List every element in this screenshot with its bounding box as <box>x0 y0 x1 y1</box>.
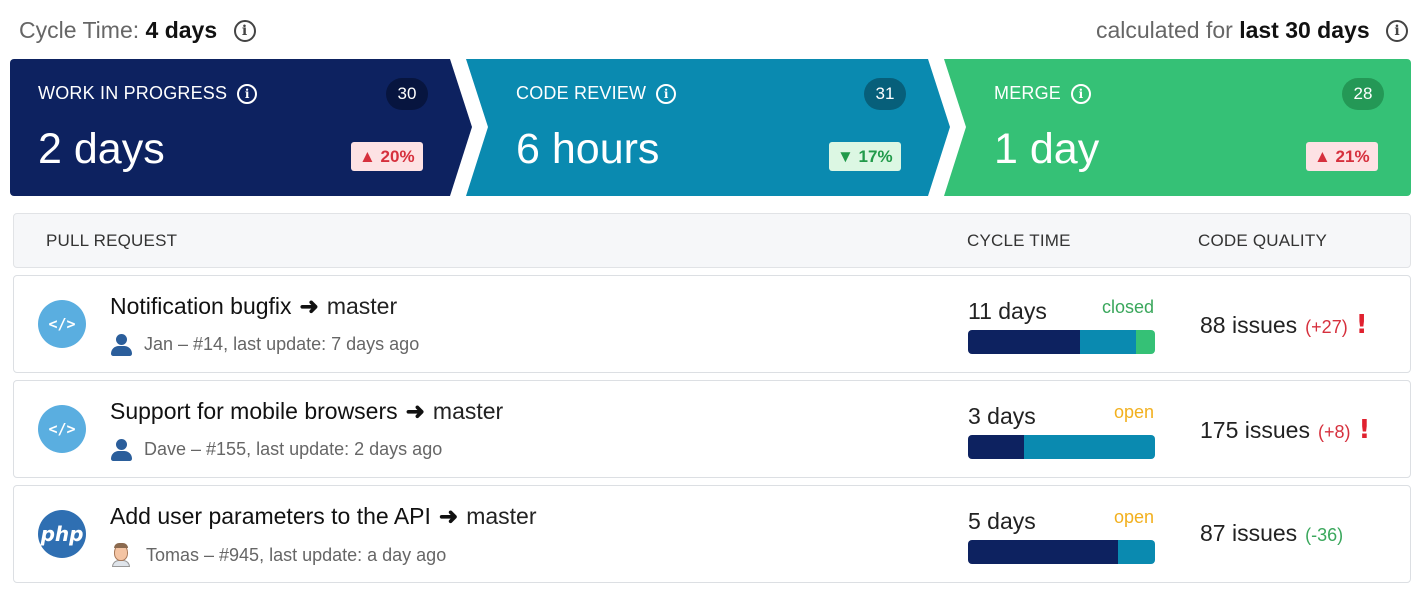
info-icon[interactable]: i <box>233 20 256 43</box>
stage-label-text: WORK IN PROGRESS <box>38 83 228 103</box>
pr-meta: Tomas – #945, last update: a day ago <box>110 543 446 567</box>
info-icon[interactable]: i <box>237 83 258 104</box>
stage-value: 2 days <box>38 125 165 173</box>
warning-icon: ! <box>1358 415 1371 445</box>
target-branch: master <box>432 398 504 424</box>
issues-delta: (-36) <box>1305 525 1344 545</box>
stage-value: 1 day <box>994 125 1100 173</box>
info-icon[interactable]: i <box>1071 83 1092 104</box>
calculated-period: calculated for last 30 days i <box>1096 17 1408 44</box>
stage-count-badge: 30 <box>386 78 428 110</box>
warning-icon: ! <box>1355 310 1368 340</box>
top-bar: Cycle Time: 4 days i calculated for last… <box>19 12 1408 48</box>
table-row[interactable]: php Add user parameters to the API ➜ maste… <box>13 485 1411 583</box>
table-row[interactable]: </> Support for mobile browsers ➜ master D… <box>13 380 1411 478</box>
cycle-time-value: 3 days <box>968 403 1036 429</box>
user-icon <box>110 438 132 461</box>
stage-delta-badge: ▲ 21% <box>1306 142 1378 171</box>
avatar-photo <box>110 543 132 567</box>
status-label: closed <box>1101 297 1154 317</box>
stage-value: 6 hours <box>516 125 660 173</box>
pr-title[interactable]: Notification bugfix ➜ master <box>110 293 397 320</box>
stage-label-text: CODE REVIEW <box>516 83 647 103</box>
issues-count[interactable]: 88 issues <box>1200 312 1297 339</box>
issues-count[interactable]: 87 issues <box>1200 520 1297 547</box>
code-quality: 88 issues (+27) ! <box>1200 310 1368 340</box>
stage-delta-badge: ▲ 20% <box>351 142 423 171</box>
issues-delta: (+8) <box>1317 422 1351 442</box>
php-icon: php <box>38 510 86 558</box>
pr-meta: Jan – #14, last update: 7 days ago <box>110 333 420 356</box>
stage-count-badge: 31 <box>864 78 906 110</box>
stage-code-review[interactable]: CODE REVIEW i 31 6 hours ▼ 17% <box>466 59 950 196</box>
stage-delta-badge: ▼ 17% <box>829 142 901 171</box>
stage-pipeline: WORK IN PROGRESS i 30 2 days ▲ 20% CODE … <box>10 59 1411 196</box>
stage-label-text: MERGE <box>994 83 1062 103</box>
bar-segment-wip <box>968 435 1025 459</box>
pr-meta-text: Tomas – #945, last update: a day ago <box>146 544 447 565</box>
pr-title[interactable]: Support for mobile browsers ➜ master <box>110 398 503 425</box>
target-branch: master <box>326 293 398 319</box>
pr-meta: Dave – #155, last update: 2 days ago <box>110 438 443 461</box>
pr-meta-text: Jan – #14, last update: 7 days ago <box>144 333 420 354</box>
cycle-time-value: 4 days <box>145 16 218 43</box>
bar-segment-review <box>1024 435 1155 459</box>
target-branch: master <box>466 503 537 529</box>
pr-meta-text: Dave – #155, last update: 2 days ago <box>144 438 443 459</box>
code-quality: 87 issues (-36) <box>1200 520 1351 547</box>
calculated-period-value[interactable]: last 30 days <box>1239 17 1369 43</box>
code-quality: 175 issues (+8) ! <box>1200 415 1370 445</box>
info-icon[interactable]: i <box>656 83 677 104</box>
cycle-time-summary: Cycle Time: 4 days i <box>19 17 256 44</box>
code-icon: </> <box>38 300 86 348</box>
cycle-time-bar <box>968 435 1155 459</box>
bar-segment-wip <box>968 540 1118 564</box>
stage-work-in-progress[interactable]: WORK IN PROGRESS i 30 2 days ▲ 20% <box>10 59 472 196</box>
table-header: PULL REQUEST CYCLE TIME CODE QUALITY <box>13 213 1411 268</box>
stage-label: MERGE i <box>994 83 1092 104</box>
header-cycle-time[interactable]: CYCLE TIME <box>967 231 1071 251</box>
calculated-prefix: calculated for <box>1095 16 1233 43</box>
pr-title-text[interactable]: Add user parameters to the API <box>110 503 431 529</box>
table-row[interactable]: </> Notification bugfix ➜ master Jan – #14… <box>13 275 1411 373</box>
issues-count[interactable]: 175 issues <box>1200 417 1310 444</box>
header-code-quality[interactable]: CODE QUALITY <box>1198 231 1327 251</box>
pr-title-text[interactable]: Notification bugfix <box>110 293 292 319</box>
cycle-time-value: 5 days <box>968 508 1036 534</box>
info-icon[interactable]: i <box>1386 20 1408 43</box>
stage-label: WORK IN PROGRESS i <box>38 83 258 104</box>
pr-title-text[interactable]: Support for mobile browsers <box>110 398 398 424</box>
bar-segment-merge <box>1136 330 1155 354</box>
arrow-right-icon: ➜ <box>438 503 459 529</box>
bar-segment-review <box>1080 330 1137 354</box>
stage-merge[interactable]: MERGE i 28 1 day ▲ 21% <box>944 59 1411 196</box>
bar-segment-wip <box>968 330 1081 354</box>
issues-delta: (+27) <box>1305 317 1348 337</box>
cycle-time-label: Cycle Time: <box>19 16 140 43</box>
header-pull-request[interactable]: PULL REQUEST <box>46 231 177 251</box>
cycle-time-bar <box>968 540 1155 564</box>
status-label: open <box>1113 507 1154 527</box>
status-label: open <box>1113 402 1154 422</box>
stage-label: CODE REVIEW i <box>516 83 677 104</box>
arrow-right-icon: ➜ <box>405 398 425 424</box>
user-icon <box>110 333 132 356</box>
stage-count-badge: 28 <box>1342 78 1384 110</box>
cycle-time-bar <box>968 330 1155 354</box>
arrow-right-icon: ➜ <box>299 293 319 319</box>
pr-title[interactable]: Add user parameters to the API ➜ master <box>110 503 536 530</box>
code-icon: </> <box>38 405 86 453</box>
bar-segment-review <box>1117 540 1155 564</box>
cycle-time-value: 11 days <box>968 298 1047 324</box>
